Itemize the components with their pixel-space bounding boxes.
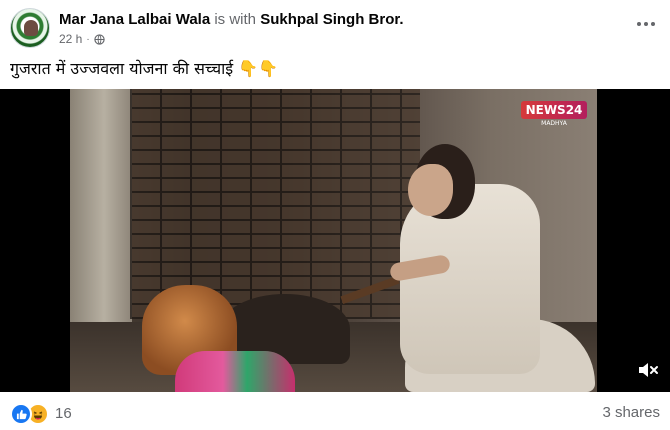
meta-separator: · [86, 33, 90, 45]
post-timestamp[interactable]: 22 h [59, 32, 82, 46]
post-meta: 22 h · [59, 32, 105, 46]
post-header: Mar Jana Lalbai Wala is with Sukhpal Sin… [10, 8, 660, 52]
tagged-user-link[interactable]: Sukhpal Singh Bror. [260, 11, 403, 28]
video-frame: NEWS24 MADHYA [70, 89, 597, 392]
reaction-count[interactable]: 16 [55, 404, 72, 424]
share-count[interactable]: 3 shares [602, 403, 660, 423]
avatar-figure [24, 20, 38, 36]
reaction-summary[interactable]: 16 [10, 403, 72, 425]
volume-muted-icon[interactable] [636, 358, 660, 382]
channel-badge-subtext: MADHYA [541, 120, 567, 127]
post-caption: गुजरात में उज्जवला योजना की सच्चाई 👇👇 [10, 59, 279, 78]
post-footer: 16 3 shares [10, 401, 660, 425]
author-name-link[interactable]: Mar Jana Lalbai Wala [59, 11, 210, 28]
globe-icon[interactable] [94, 33, 105, 45]
channel-badge-text: NEWS24 [521, 101, 587, 119]
cloth-bundle [175, 351, 295, 392]
more-options-icon[interactable] [632, 14, 660, 34]
like-reaction-icon [10, 403, 32, 425]
news-channel-logo: NEWS24 MADHYA [521, 101, 587, 129]
woman-face [408, 164, 453, 216]
author-avatar[interactable] [10, 8, 50, 48]
video-player[interactable]: NEWS24 MADHYA [0, 89, 670, 392]
with-text: is with [214, 11, 257, 28]
post-author-line: Mar Jana Lalbai Wala is with Sukhpal Sin… [59, 10, 404, 30]
